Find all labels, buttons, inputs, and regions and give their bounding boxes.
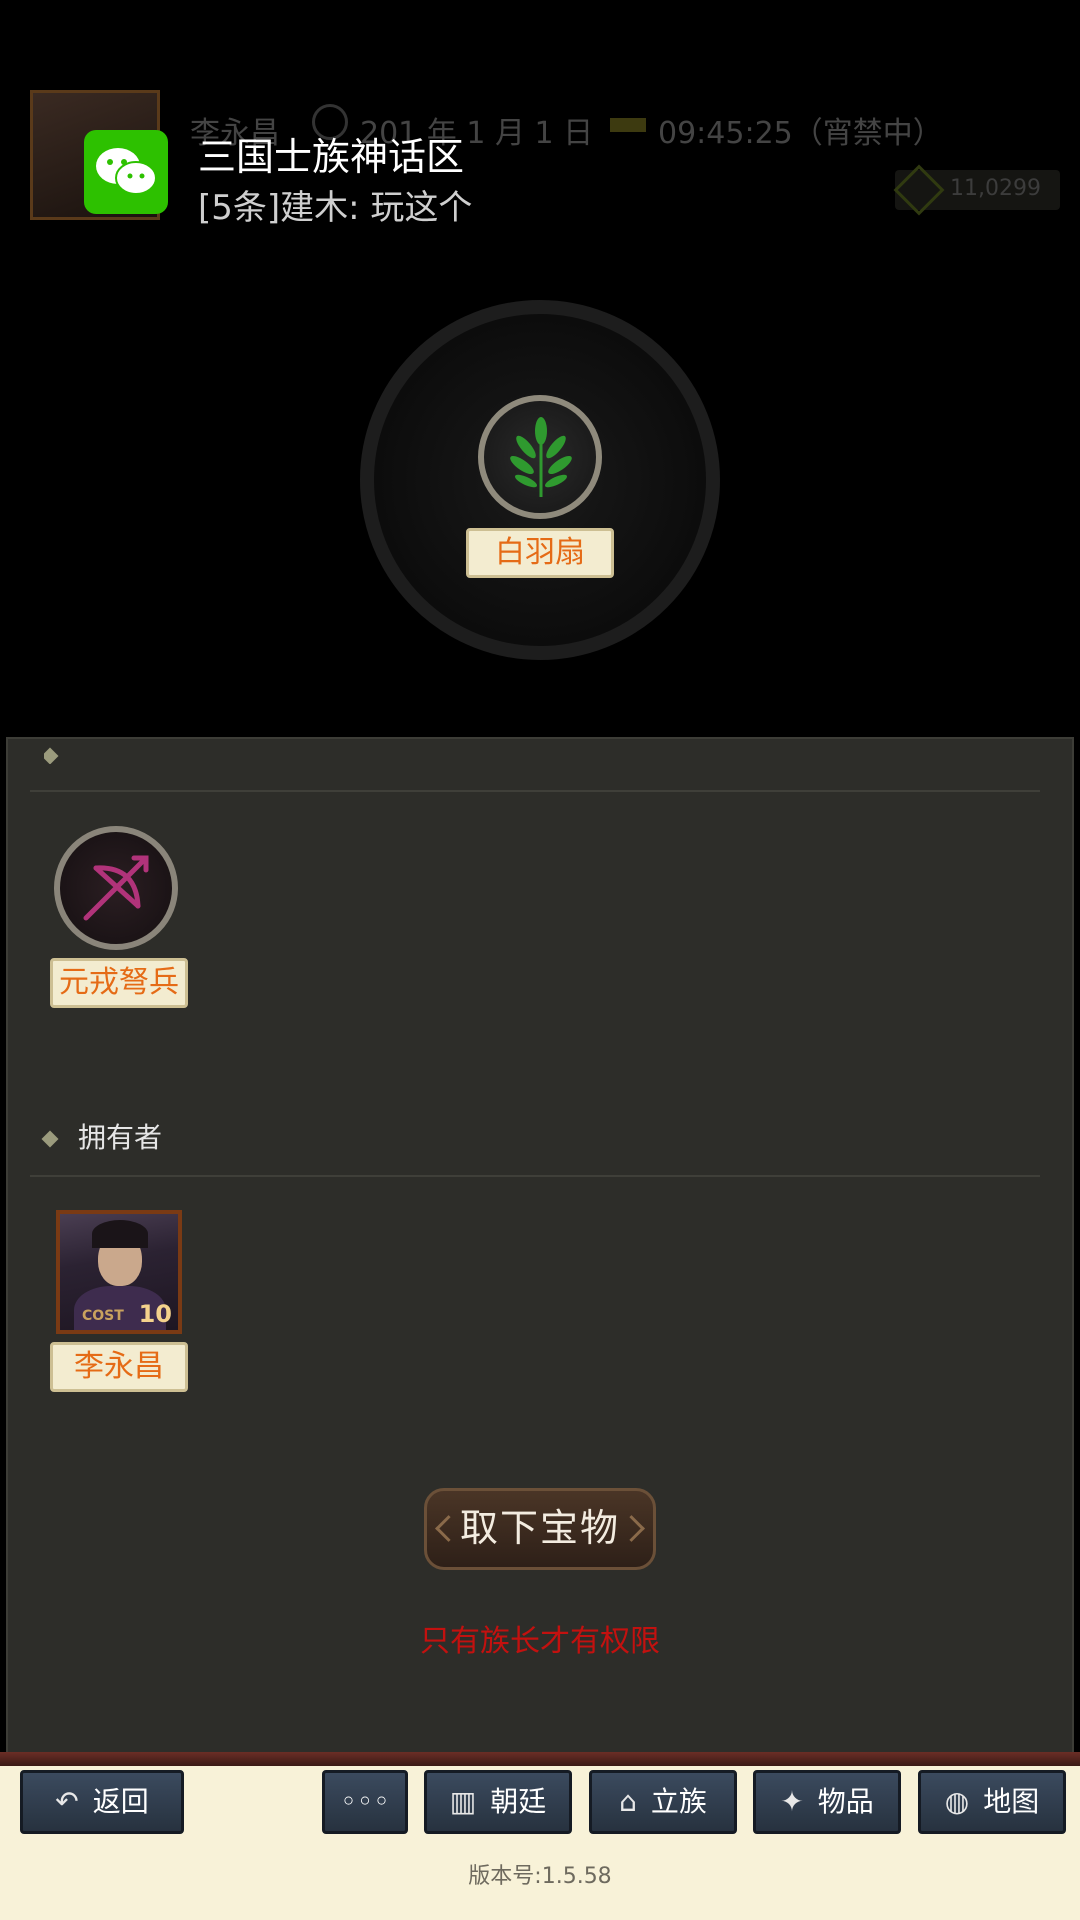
- more-icon: ◦◦◦: [340, 1785, 390, 1818]
- cost-label: COST: [82, 1308, 124, 1324]
- clan-button[interactable]: ⌂ 立族: [589, 1770, 737, 1834]
- globe-icon: ◍: [944, 1785, 970, 1818]
- chevron-left-icon: [435, 1515, 462, 1542]
- more-button[interactable]: ◦◦◦: [322, 1770, 408, 1834]
- treasure-name: 白羽扇: [466, 528, 614, 578]
- tent-icon: ⌂: [619, 1785, 637, 1818]
- currency-display: 11,0299: [893, 164, 1060, 216]
- back-arrow-icon: ↶: [55, 1785, 79, 1818]
- back-button[interactable]: ↶ 返回: [20, 1770, 184, 1834]
- game-time: 09:45:25（宵禁中）: [658, 116, 943, 151]
- palace-icon: ▥: [449, 1785, 477, 1818]
- money-bag-icon: [893, 164, 945, 216]
- owner-heading: 拥有者: [78, 1121, 163, 1154]
- bottom-nav: ↶ 返回 ◦◦◦ ▥ 朝廷 ⌂ 立族 ✦ 物品 ◍ 地图 版本号:1.5.58: [0, 1752, 1080, 1920]
- crossbow-icon[interactable]: [54, 826, 178, 950]
- notification-message[interactable]: [5条]建木: 玩这个: [198, 180, 472, 229]
- leaf-icon[interactable]: [478, 395, 602, 519]
- owner-section-header: 拥有者: [41, 1116, 163, 1156]
- decorative-trim: [0, 1752, 1080, 1766]
- chevron-right-icon: [618, 1515, 645, 1542]
- divider: [30, 790, 1040, 792]
- owner-avatar[interactable]: COST 10: [56, 1210, 182, 1334]
- cost-value: 10: [138, 1300, 172, 1328]
- diamond-bullet-icon: [41, 1130, 59, 1148]
- time-icon: [610, 118, 646, 132]
- trait-section-header: [44, 738, 78, 764]
- court-button[interactable]: ▥ 朝廷: [424, 1770, 572, 1834]
- version-label: 版本号:1.5.58: [468, 1864, 612, 1889]
- wechat-icon[interactable]: [84, 130, 168, 214]
- bag-icon: ✦: [780, 1785, 804, 1818]
- permission-note: 只有族长才有权限: [420, 1624, 660, 1659]
- currency-amount: 11,0299: [950, 176, 1041, 201]
- unit-name: 元戎弩兵: [50, 958, 188, 1008]
- map-button[interactable]: ◍ 地图: [918, 1770, 1066, 1834]
- divider: [30, 1175, 1040, 1177]
- notification-title[interactable]: 三国士族神话区: [198, 126, 464, 181]
- owner-name: 李永昌: [50, 1342, 188, 1392]
- diamond-bullet-icon: [44, 747, 59, 764]
- take-off-treasure-button[interactable]: 取下宝物: [424, 1488, 656, 1570]
- items-button[interactable]: ✦ 物品: [753, 1770, 901, 1834]
